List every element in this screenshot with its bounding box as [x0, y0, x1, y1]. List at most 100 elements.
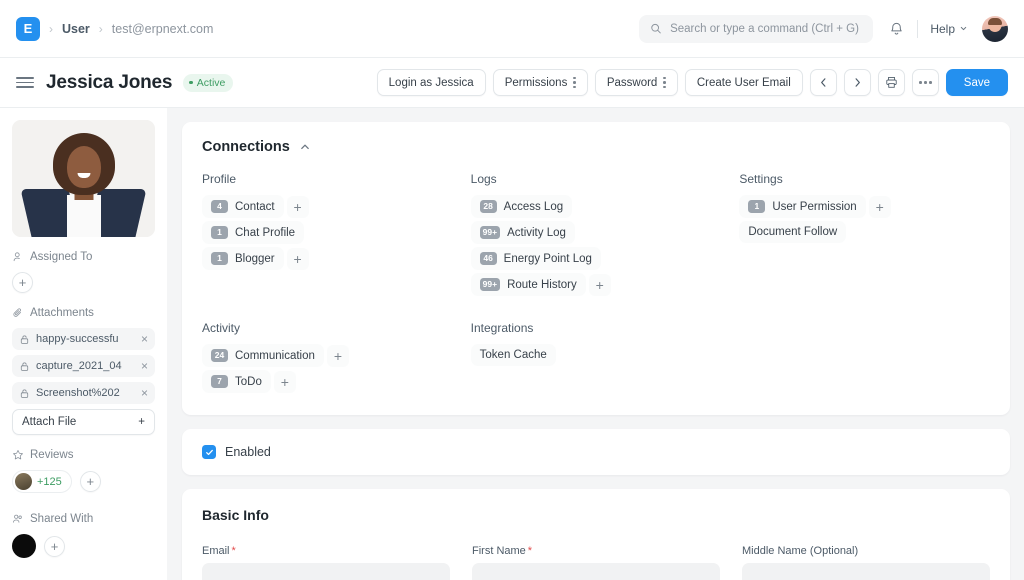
count-badge: 28: [479, 200, 497, 213]
more-actions-button[interactable]: [911, 69, 939, 96]
next-record-button[interactable]: [843, 69, 871, 96]
count-badge: 24: [211, 349, 228, 362]
connection-label: Document Follow: [748, 226, 838, 238]
group-title: Activity: [202, 321, 241, 335]
password-button[interactable]: Password: [594, 69, 678, 96]
check-icon: [205, 449, 213, 455]
email-input[interactable]: [202, 563, 450, 580]
count-badge: 4: [211, 200, 228, 213]
add-review-button[interactable]: +: [79, 471, 101, 492]
save-button[interactable]: Save: [945, 69, 1008, 96]
connections-header[interactable]: Connections: [202, 139, 990, 155]
print-button[interactable]: [877, 69, 905, 96]
connection-link-route-history[interactable]: 99+ Route History: [470, 273, 586, 296]
connection-link-contact[interactable]: 4 Contact: [202, 195, 284, 218]
add-todo-button[interactable]: +: [273, 370, 296, 393]
connection-link-chat-profile[interactable]: 1 Chat Profile: [202, 221, 305, 244]
connection-row: 1 User Permission +: [739, 195, 990, 218]
more-horizontal-icon: [919, 81, 932, 84]
status-badge: Active: [183, 73, 234, 92]
connection-link-energy-point-log[interactable]: 46 Energy Point Log: [470, 247, 601, 270]
count-badge: 99+: [479, 226, 501, 239]
review-count-pill[interactable]: +125: [12, 470, 72, 493]
create-user-email-button[interactable]: Create User Email: [684, 69, 803, 96]
global-search[interactable]: [639, 14, 874, 43]
breadcrumb-user[interactable]: User: [62, 22, 90, 36]
left-sidebar: Assigned To + Attachments happy-successf…: [0, 108, 167, 580]
page-title: Jessica Jones: [46, 71, 173, 93]
middle-name-input[interactable]: [742, 563, 990, 580]
reviews-label: Reviews: [30, 449, 74, 461]
connection-label: Energy Point Log: [503, 252, 592, 265]
connection-link-access-log[interactable]: 28 Access Log: [470, 195, 573, 218]
connection-link-user-permission[interactable]: 1 User Permission: [739, 195, 866, 218]
status-label: Active: [196, 76, 226, 89]
connection-link-activity-log[interactable]: 99+ Activity Log: [470, 221, 575, 244]
connection-row: Document Follow: [739, 221, 990, 243]
search-input[interactable]: [670, 22, 863, 35]
vertical-dots-icon-2: [663, 76, 666, 89]
connection-row: 28 Access Log: [470, 195, 722, 218]
connection-label: Activity Log: [507, 226, 566, 239]
attachments-heading: Attachments: [12, 307, 155, 319]
add-shared-user-button[interactable]: +: [44, 535, 65, 557]
attachment-item[interactable]: capture_2021_04 ×: [12, 355, 155, 377]
connection-row: 7 ToDo +: [202, 370, 453, 393]
chevron-right-icon: [855, 78, 860, 87]
reviews-row: +125 +: [12, 470, 155, 493]
connection-row: 99+ Route History +: [470, 273, 722, 296]
connection-row: Token Cache: [470, 344, 722, 366]
connection-link-todo[interactable]: 7 ToDo: [202, 370, 271, 393]
user-avatar[interactable]: [982, 15, 1008, 42]
user-profile-photo[interactable]: [12, 120, 155, 237]
enabled-checkbox[interactable]: [202, 445, 216, 459]
app-logo[interactable]: E: [16, 16, 40, 41]
review-count: +125: [37, 475, 62, 488]
add-contact-button[interactable]: +: [286, 195, 309, 218]
sidebar-toggle-button[interactable]: [16, 77, 34, 88]
help-menu[interactable]: Help: [924, 18, 974, 40]
shared-user-avatar[interactable]: [12, 534, 36, 558]
chevron-up-icon[interactable]: [299, 141, 311, 153]
connection-row: 46 Energy Point Log: [470, 247, 722, 270]
remove-attachment-icon[interactable]: ×: [141, 360, 148, 372]
add-assignment-button[interactable]: +: [12, 272, 33, 293]
remove-attachment-icon[interactable]: ×: [141, 387, 148, 399]
connection-row: 1 Chat Profile: [202, 221, 453, 244]
connection-link-blogger[interactable]: 1 Blogger: [202, 247, 284, 270]
first-name-input[interactable]: [472, 563, 720, 580]
attachment-item[interactable]: Screenshot%202 ×: [12, 382, 155, 404]
breadcrumb-separator-2: ›: [98, 21, 103, 36]
main-content: Connections Profile 4 Contact + 1 Chat P…: [167, 108, 1024, 580]
add-blogger-button[interactable]: +: [286, 247, 309, 270]
group-title: Logs: [470, 172, 497, 186]
attachment-item[interactable]: happy-successfu ×: [12, 328, 155, 350]
count-badge: 1: [211, 252, 228, 265]
connection-label: Contact: [235, 200, 275, 213]
connections-title: Connections: [202, 139, 290, 155]
count-badge: 46: [479, 252, 497, 265]
connection-label: Access Log: [503, 200, 564, 213]
navbar-divider: [917, 19, 919, 38]
vertical-dots-icon: [573, 76, 576, 89]
add-communication-button[interactable]: +: [326, 344, 349, 367]
breadcrumb-current[interactable]: test@erpnext.com: [112, 22, 214, 36]
top-navbar: E › User › test@erpnext.com Help: [0, 0, 1024, 58]
permissions-button[interactable]: Permissions: [492, 69, 588, 96]
field-label: Email *: [202, 545, 450, 557]
connection-row: 24 Communication +: [202, 344, 453, 367]
connection-link-document-follow[interactable]: Document Follow: [739, 221, 847, 243]
attach-file-button[interactable]: Attach File +: [12, 409, 155, 435]
add-user-permission-button[interactable]: +: [868, 195, 891, 218]
prev-record-button[interactable]: [809, 69, 837, 96]
connection-link-communication[interactable]: 24 Communication: [202, 344, 324, 367]
assigned-to-heading: Assigned To: [12, 251, 155, 263]
connection-label: ToDo: [235, 375, 262, 388]
attachment-name: happy-successfu: [36, 333, 119, 345]
add-route-history-button[interactable]: +: [588, 273, 611, 296]
assigned-to-label: Assigned To: [30, 251, 93, 263]
notifications-button[interactable]: [881, 14, 911, 44]
remove-attachment-icon[interactable]: ×: [141, 333, 148, 345]
connection-link-token-cache[interactable]: Token Cache: [470, 344, 556, 366]
login-as-button[interactable]: Login as Jessica: [376, 69, 486, 96]
